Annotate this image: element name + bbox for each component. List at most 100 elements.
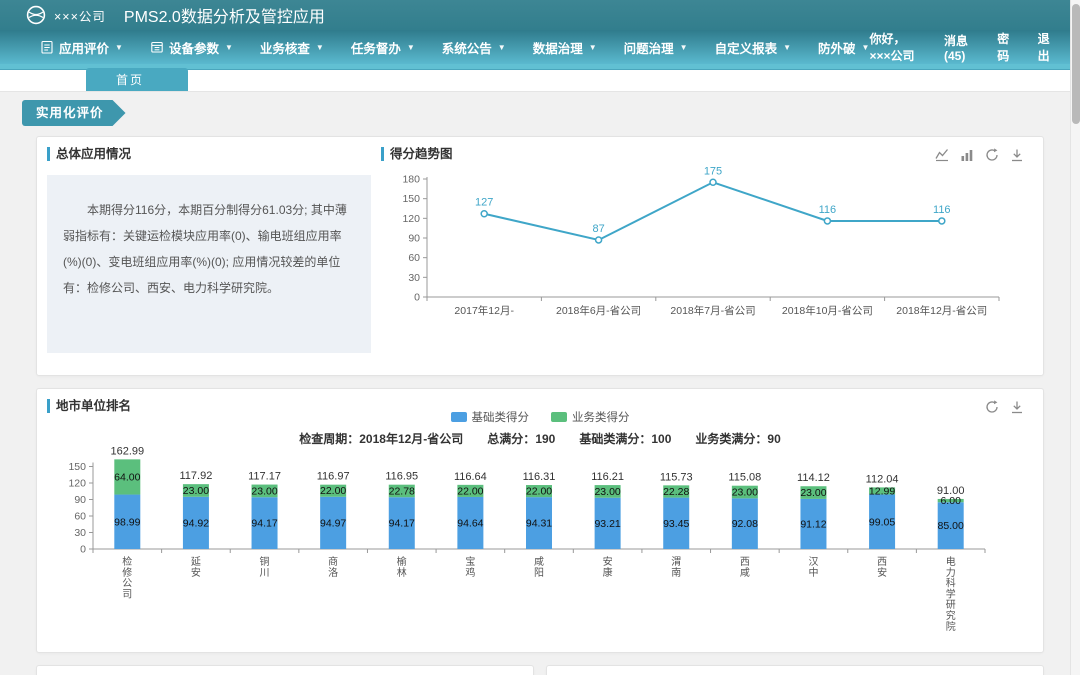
overview-summary-text: 本期得分116分，本期百分制得分61.03分; 其中薄弱指标有：关键运检模块应用… [47,175,371,353]
trend-panel-title: 得分趋势图 [381,147,453,161]
svg-text:60: 60 [74,511,86,523]
chevron-down-icon: ▼ [115,43,123,52]
svg-text:94.17: 94.17 [251,518,277,530]
svg-text:检: 检 [122,555,132,568]
svg-text:116: 116 [933,204,951,216]
svg-text:91.00: 91.00 [937,485,965,497]
svg-text:科: 科 [946,577,956,590]
svg-text:85.00: 85.00 [938,520,964,532]
svg-text:康: 康 [603,566,613,579]
svg-text:23.00: 23.00 [800,487,826,499]
nav-item-app-eval[interactable]: 应用评价▼ [40,38,123,57]
svg-text:23.00: 23.00 [251,485,277,497]
ranking-legend: 基础类得分 业务类得分 [47,409,1033,425]
line-chart-icon[interactable] [934,147,950,163]
nav-item-data-governance[interactable]: 数据治理▼ [533,38,597,57]
svg-text:2018年6月-省公司: 2018年6月-省公司 [556,304,641,317]
svg-text:南: 南 [671,566,681,579]
refresh-icon[interactable] [984,399,1000,415]
svg-text:安: 安 [603,555,613,568]
user-greeting: 你好，×××公司 [869,30,918,64]
svg-text:渭: 渭 [671,556,681,568]
overview-panel-title: 总体应用情况 [47,147,371,161]
company-logo-icon [26,5,46,25]
svg-text:116.64: 116.64 [454,471,487,483]
svg-text:116.97: 116.97 [317,471,350,483]
svg-text:150: 150 [402,193,420,205]
nav-item-custom-report[interactable]: 自定义报表▼ [715,38,791,57]
svg-text:2018年10月-省公司: 2018年10月-省公司 [782,304,873,317]
messages-link[interactable]: 消息(45) [944,32,971,63]
legend-swatch-base [451,412,467,422]
svg-text:150: 150 [68,461,86,473]
chevron-down-icon: ▼ [862,43,870,52]
svg-text:87: 87 [592,223,604,235]
svg-text:117.92: 117.92 [180,470,213,482]
svg-text:64.00: 64.00 [114,471,140,483]
chevron-down-icon: ▼ [589,43,597,52]
svg-text:94.64: 94.64 [457,517,483,529]
svg-text:延: 延 [191,556,201,568]
ranking-panel-title: 地市单位排名 [47,399,131,413]
password-link[interactable]: 密码 [997,30,1011,64]
svg-text:116.31: 116.31 [523,471,556,483]
overview-trend-card: 总体应用情况 本期得分116分，本期百分制得分61.03分; 其中薄弱指标有：关… [36,136,1044,376]
chevron-down-icon: ▼ [498,43,506,52]
nav-item-device-params[interactable]: 设备参数▼ [150,38,233,57]
svg-text:115.08: 115.08 [728,472,761,484]
by-category-card: 按大类汇总 总满分：190 基础类满分：60 业务类满分：90 系统类满分：0 [546,665,1044,675]
refresh-icon[interactable] [984,147,1000,163]
svg-text:93.45: 93.45 [663,518,689,530]
svg-text:116.21: 116.21 [591,471,624,483]
svg-text:93.21: 93.21 [594,518,620,530]
svg-text:60: 60 [408,252,420,264]
svg-text:115.73: 115.73 [660,471,693,483]
svg-text:咸: 咸 [740,567,750,579]
svg-text:学: 学 [946,587,956,600]
svg-text:23.00: 23.00 [183,485,209,497]
legend-item-base: 基础类得分 [451,409,530,425]
svg-text:114.12: 114.12 [797,472,830,484]
svg-text:180: 180 [402,174,420,186]
nav-item-system-notice[interactable]: 系统公告▼ [442,38,506,57]
tab-home[interactable]: 首页 [86,68,188,91]
clipboard-icon [40,40,54,54]
logout-link[interactable]: 退出 [1038,30,1052,64]
company-name: ×××公司 [54,6,106,25]
section-ribbon: 实用化评价 [22,100,126,126]
svg-text:120: 120 [68,478,86,490]
chevron-down-icon: ▼ [407,43,415,52]
svg-text:2018年12月-省公司: 2018年12月-省公司 [896,304,987,317]
nav-item-business-check[interactable]: 业务核查▼ [260,38,324,57]
download-icon[interactable] [1009,147,1025,163]
svg-text:究: 究 [946,609,956,622]
svg-text:洛: 洛 [328,566,338,579]
page-scrollbar[interactable] [1070,0,1080,675]
svg-text:西: 西 [877,557,887,568]
svg-text:117.17: 117.17 [248,471,281,483]
legend-swatch-biz [551,412,567,422]
svg-text:22.00: 22.00 [457,485,483,497]
svg-text:23.00: 23.00 [594,486,620,498]
bar-chart-icon[interactable] [959,147,975,163]
scrollbar-thumb[interactable] [1072,4,1080,124]
svg-text:院: 院 [946,620,956,633]
svg-text:汉: 汉 [808,556,818,568]
ranking-bar-chart: 030609012015098.9964.00162.99检修公司94.9223… [47,447,1033,644]
svg-text:榆: 榆 [397,555,407,568]
svg-text:川: 川 [260,568,270,579]
nav-item-task-supervise[interactable]: 任务督办▼ [351,38,415,57]
app-header: ×××公司 PMS2.0数据分析及管控应用 [0,0,1080,30]
svg-text:西: 西 [740,557,750,568]
nav-item-problem-governance[interactable]: 问题治理▼ [624,38,688,57]
nav-item-anti-damage[interactable]: 防外破▼ [818,38,869,57]
svg-text:22.00: 22.00 [320,485,346,497]
download-icon[interactable] [1009,399,1025,415]
svg-text:商: 商 [328,555,338,568]
app-title: PMS2.0数据分析及管控应用 [124,3,325,27]
svg-text:12.99: 12.99 [869,485,895,497]
chevron-down-icon: ▼ [680,43,688,52]
svg-text:23.00: 23.00 [732,487,758,499]
svg-text:0: 0 [414,292,420,304]
svg-text:94.92: 94.92 [183,517,209,529]
